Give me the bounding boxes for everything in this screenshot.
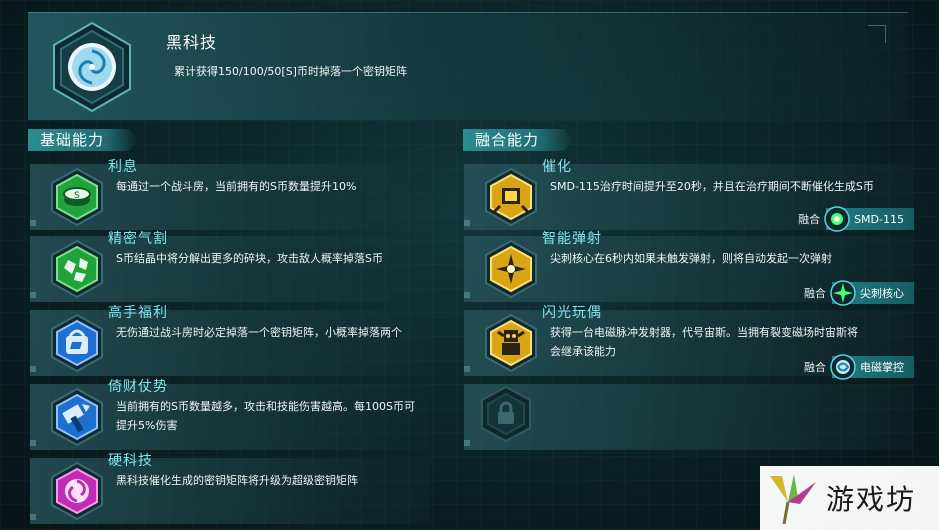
fusion-label: 融合 [804,361,826,374]
header-title: 黑科技 [166,33,218,52]
spike-core-icon [830,280,856,306]
feather-logo-icon [770,474,816,525]
watermark-text: 游戏坊 [826,483,917,516]
fusion-tag[interactable]: 电磁掌控 [830,354,914,380]
ability-description: 尖刺核心在6秒内如果未触发弹射，则将自动发起一次弹射 [550,252,832,265]
money-sword-icon [46,386,108,448]
lock-icon [476,384,536,444]
ability-card-interest[interactable]: S 利息 每通过一个战斗房，当前拥有的S币数量提升10% [30,159,430,230]
gift-bag-icon [46,312,108,374]
ability-card-hard-tech[interactable]: 硬科技 黑科技催化生成的密钥矩阵将升级为超级密钥矩阵 [30,453,430,524]
header-description: 累计获得150/100/50[S]币时掉落一个密钥矩阵 [174,65,407,78]
fusion-tag[interactable]: 尖刺核心 [830,280,914,306]
fusion-link[interactable]: 融合 尖刺核心 [804,280,914,306]
spike-burst-icon [480,238,542,300]
ability-title: 精密气割 [108,231,168,247]
fusion-card-smart-bounce[interactable]: 智能弹射 尖刺核心在6秒内如果未触发弹射，则将自动发起一次弹射 融合 尖刺核心 [464,231,914,306]
ability-description: 每通过一个战斗房，当前拥有的S币数量提升10% [116,180,357,193]
section-title-basic: 基础能力 [28,129,138,151]
svg-text:S: S [74,191,80,201]
fusion-name: SMD-115 [854,212,904,226]
ability-title: 高手福利 [108,305,168,321]
corner-decoration [868,25,886,43]
em-palm-icon [830,354,856,380]
ability-card-master-bonus[interactable]: 高手福利 无伤通过战斗房时必定掉落一个密钥矩阵，小概率掉落两个 [30,305,430,376]
fusion-label: 融合 [798,213,821,226]
fusion-card-catalysis[interactable]: 催化 SMD-115治疗时间提升至20秒，并且在治疗期间不断催化生成S币 融合 … [464,159,914,232]
ability-card-wealth-power[interactable]: 倚财仗势 当前拥有的S币数量越多，攻击和技能伤害越高。每100S币可提升5%伤害 [30,379,430,450]
ability-title: 催化 [542,159,572,175]
ability-title: 利息 [108,159,138,175]
ability-card-precision-cut[interactable]: 精密气割 S币结晶中将分解出更多的碎块，攻击敌人概率掉落S币 [30,231,430,302]
coin-stack-icon: S [46,166,108,228]
drone-core-icon [824,206,850,232]
watermark: 游戏坊 [760,466,939,530]
ability-title: 倚财仗势 [108,379,168,395]
ability-description: 黑科技催化生成的密钥矩阵将升级为超级密钥矩阵 [116,474,358,487]
ability-description: S币结晶中将分解出更多的碎块，攻击敌人概率掉落S币 [116,252,383,265]
hex-vortex-icon [46,21,138,113]
vortex-icon [46,460,108,522]
fusion-name: 尖刺核心 [860,287,904,300]
crystal-shards-icon [46,238,108,300]
ability-title: 闪光玩偶 [542,305,602,321]
robot-doll-icon [480,312,542,374]
drone-icon [480,166,542,228]
fusion-link[interactable]: 融合 SMD-115 [798,206,914,232]
ability-description: SMD-115治疗时间提升至20秒，并且在治疗期间不断催化生成S币 [550,180,874,193]
ability-title: 硬科技 [108,453,153,469]
fusion-tag[interactable]: SMD-115 [824,206,914,232]
ability-description: 无伤通过战斗房时必定掉落一个密钥矩阵，小概率掉落两个 [116,326,402,339]
section-title-fusion: 融合能力 [463,129,573,151]
fusion-card-flash-doll[interactable]: 闪光玩偶 获得一台电磁脉冲发射器，代号宙斯。当拥有裂变磁场时宙斯将会继承该能力 … [464,305,914,380]
fusion-name: 电磁掌控 [860,361,904,374]
header-panel: 黑科技 累计获得150/100/50[S]币时掉落一个密钥矩阵 [28,12,908,120]
fusion-label: 融合 [804,287,826,300]
ability-title: 智能弹射 [542,231,602,247]
ability-description: 当前拥有的S币数量越多，攻击和技能伤害越高。每100S币可提升5%伤害 [116,400,415,432]
fusion-link[interactable]: 融合 电磁掌控 [804,354,914,380]
